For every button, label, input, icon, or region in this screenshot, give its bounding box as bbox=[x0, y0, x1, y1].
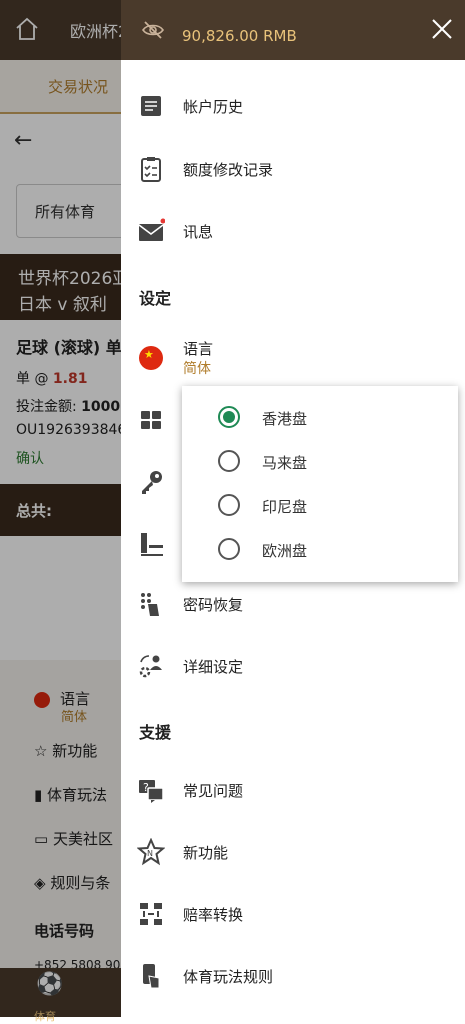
menu-label: 新功能 bbox=[183, 844, 229, 862]
odds-option-euro[interactable]: 欧洲盘 bbox=[182, 528, 458, 572]
language-value: 简体 bbox=[183, 361, 211, 377]
menu-label: 密码恢复 bbox=[183, 596, 244, 614]
menu-faq[interactable]: ? 常见问题 bbox=[121, 762, 465, 818]
grid-icon bbox=[141, 411, 161, 429]
odds-option-hk[interactable]: 香港盘 bbox=[182, 396, 458, 440]
menu-label: 赔率转换 bbox=[183, 906, 244, 924]
menu-label: 详细设定 bbox=[183, 658, 244, 676]
drawer-header: 90,826.00 RMB bbox=[121, 0, 465, 60]
document-icon bbox=[141, 96, 161, 116]
menu-sports-rules[interactable]: 体育玩法规则 bbox=[121, 948, 465, 1004]
menu-account-history[interactable]: 帐户历史 bbox=[121, 78, 465, 134]
radio-selected[interactable] bbox=[218, 406, 240, 428]
odds-option-indo[interactable]: 印尼盘 bbox=[182, 484, 458, 528]
gear-person-icon bbox=[139, 655, 162, 678]
menu-password-recovery[interactable]: 密码恢复 bbox=[121, 576, 465, 632]
china-flag-icon: ★ bbox=[139, 346, 163, 370]
star-badge-icon: N bbox=[137, 838, 165, 866]
menu-language[interactable]: 语言 简体 bbox=[121, 328, 465, 388]
menu-detailed-settings[interactable]: 详细设定 bbox=[121, 638, 465, 694]
section-settings: 设定 bbox=[139, 289, 172, 308]
menu-label: 帐户历史 bbox=[183, 98, 244, 116]
radio-unselected[interactable] bbox=[218, 450, 240, 472]
account-balance: 90,826.00 RMB bbox=[182, 27, 297, 45]
clipboard-checklist-icon bbox=[141, 157, 161, 182]
menu-label: 常见问题 bbox=[183, 782, 244, 800]
odds-option-malay[interactable]: 马来盘 bbox=[182, 440, 458, 484]
radio-unselected[interactable] bbox=[218, 538, 240, 560]
menu-new-features[interactable]: N 新功能 bbox=[121, 824, 465, 880]
odds-option-label: 欧洲盘 bbox=[262, 542, 308, 560]
odds-option-label: 印尼盘 bbox=[262, 498, 308, 516]
key-icon bbox=[142, 471, 162, 494]
device-icon bbox=[141, 533, 163, 556]
odds-type-popup: 香港盘 马来盘 印尼盘 欧洲盘 bbox=[182, 386, 458, 582]
envelope-icon bbox=[138, 218, 165, 241]
menu-label: 体育玩法规则 bbox=[183, 968, 274, 986]
menu-odds-conversion[interactable]: 赔率转换 bbox=[121, 886, 465, 942]
conversion-icon bbox=[140, 903, 162, 925]
keypad-hand-icon bbox=[141, 593, 159, 616]
radio-unselected[interactable] bbox=[218, 494, 240, 516]
menu-messages[interactable]: 讯息 bbox=[121, 203, 465, 259]
eye-off-icon[interactable] bbox=[141, 18, 165, 42]
menu-label: 讯息 bbox=[183, 223, 214, 241]
odds-option-label: 香港盘 bbox=[262, 410, 308, 428]
faq-bubbles-icon: ? bbox=[139, 780, 164, 803]
odds-option-label: 马来盘 bbox=[262, 454, 308, 472]
menu-label: 语言 bbox=[183, 340, 214, 358]
phone-hand-icon bbox=[143, 964, 160, 989]
close-icon[interactable] bbox=[431, 18, 453, 40]
svg-text:N: N bbox=[147, 849, 153, 858]
menu-label: 额度修改记录 bbox=[183, 161, 274, 179]
section-support: 支援 bbox=[139, 723, 172, 742]
menu-limit-history[interactable]: 额度修改记录 bbox=[121, 141, 465, 197]
